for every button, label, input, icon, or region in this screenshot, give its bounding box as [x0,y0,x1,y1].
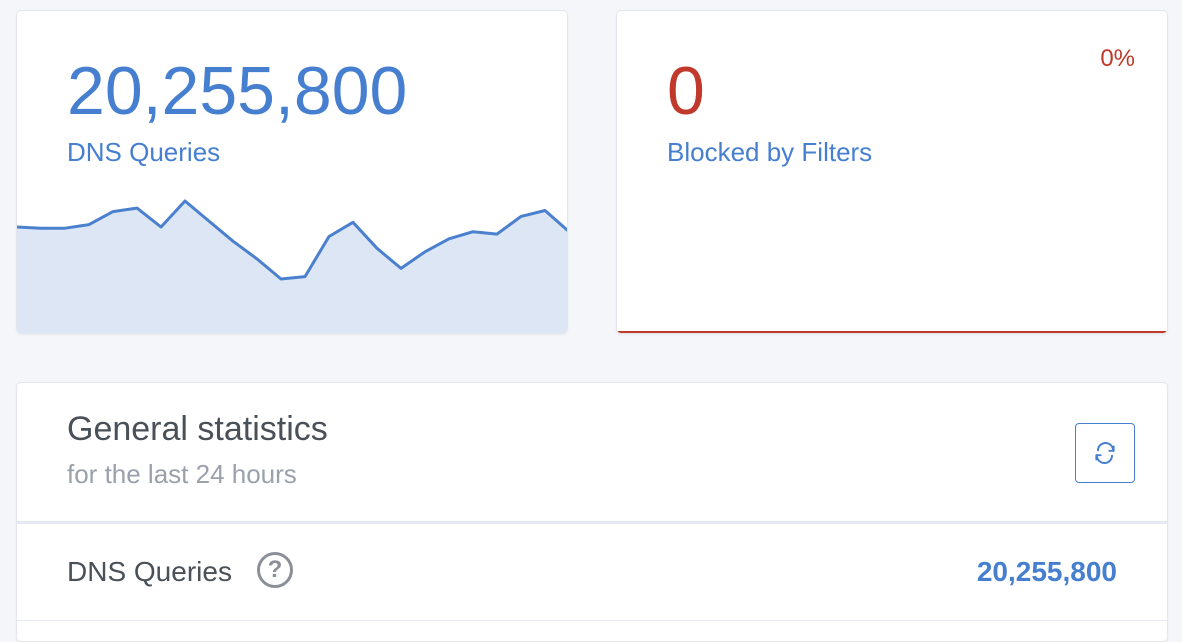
general-statistics-title: General statistics [67,410,328,448]
general-statistics-header: General statistics for the last 24 hours [17,383,1167,524]
blocked-count: 0 [667,53,705,129]
refresh-icon [1095,442,1115,464]
dns-queries-label: DNS Queries [67,137,221,167]
refresh-button[interactable] [1075,423,1135,483]
blocked-percent: 0% [1100,45,1135,72]
stat-row-dns-queries: DNS Queries ? 20,255,800 [17,524,1167,621]
sparkline-area [17,201,567,333]
stat-row-value: 20,255,800 [976,556,1117,587]
dns-queries-sparkline [17,199,567,333]
blocked-sparkline-baseline [617,331,1167,333]
stat-row-label: DNS Queries [67,556,232,587]
help-icon[interactable]: ? [257,552,293,588]
general-statistics-card: General statistics for the last 24 hours… [16,382,1168,642]
blocked-label: Blocked by Filters [667,137,873,167]
general-statistics-subtitle: for the last 24 hours [67,459,297,489]
dns-queries-card: 20,255,800 DNS Queries [16,10,568,334]
blocked-by-filters-card: 0 Blocked by Filters 0% [616,10,1168,334]
dns-queries-count: 20,255,800 [67,53,408,129]
